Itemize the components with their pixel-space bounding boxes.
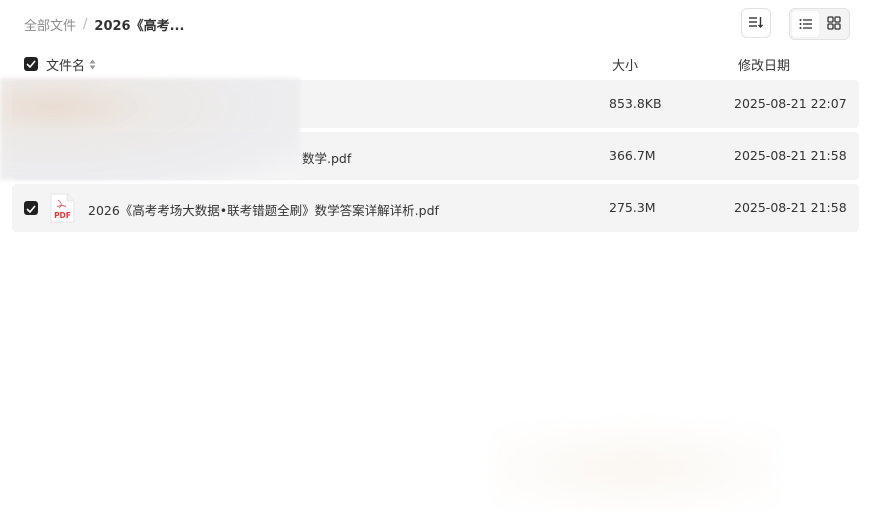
- table-row[interactable]: PDF 2026《高考考场大数据•联考错题全刷》数学答案详解详析.pdf 275…: [12, 184, 859, 232]
- blurred-region: [492, 424, 778, 512]
- file-browser: 全部文件 / 2026《高考... 文件名 大小 修改日期 853.8KB 20…: [0, 0, 874, 514]
- grid-view-button[interactable]: [820, 11, 847, 37]
- breadcrumb: 全部文件 / 2026《高考...: [24, 15, 185, 34]
- list-view-button[interactable]: [792, 11, 819, 37]
- file-date: 2025-08-21 21:58: [734, 200, 847, 215]
- row-checkbox[interactable]: [24, 201, 38, 215]
- breadcrumb-separator: /: [83, 16, 88, 32]
- table-header: 文件名 大小 修改日期: [0, 52, 874, 76]
- column-header-size[interactable]: 大小: [612, 55, 638, 74]
- sort-arrows-icon: [89, 59, 96, 70]
- file-name[interactable]: 数学.pdf: [302, 148, 351, 167]
- breadcrumb-current: 2026《高考...: [94, 18, 185, 34]
- breadcrumb-root-link[interactable]: 全部文件: [24, 15, 76, 34]
- column-header-name[interactable]: 文件名: [46, 55, 96, 74]
- pdf-file-icon: PDF: [49, 193, 75, 223]
- file-size: 275.3M: [609, 200, 656, 215]
- column-header-date[interactable]: 修改日期: [738, 55, 790, 74]
- view-toggle: [789, 8, 850, 40]
- file-date: 2025-08-21 22:07: [734, 96, 847, 111]
- column-name-label: 文件名: [46, 59, 86, 74]
- select-all-checkbox[interactable]: [24, 57, 38, 71]
- file-date: 2025-08-21 21:58: [734, 148, 847, 163]
- sort-icon: [748, 14, 764, 33]
- svg-text:PDF: PDF: [54, 211, 71, 220]
- file-size: 366.7M: [609, 148, 656, 163]
- file-name[interactable]: 2026《高考考场大数据•联考错题全刷》数学答案详解详析.pdf: [88, 200, 439, 219]
- list-view-icon: [799, 15, 813, 34]
- file-size: 853.8KB: [609, 96, 662, 111]
- checkmark-icon: [26, 57, 36, 72]
- grid-view-icon: [826, 15, 841, 34]
- blurred-region: [0, 78, 300, 180]
- sort-button[interactable]: [741, 8, 771, 38]
- checkmark-icon: [26, 201, 36, 216]
